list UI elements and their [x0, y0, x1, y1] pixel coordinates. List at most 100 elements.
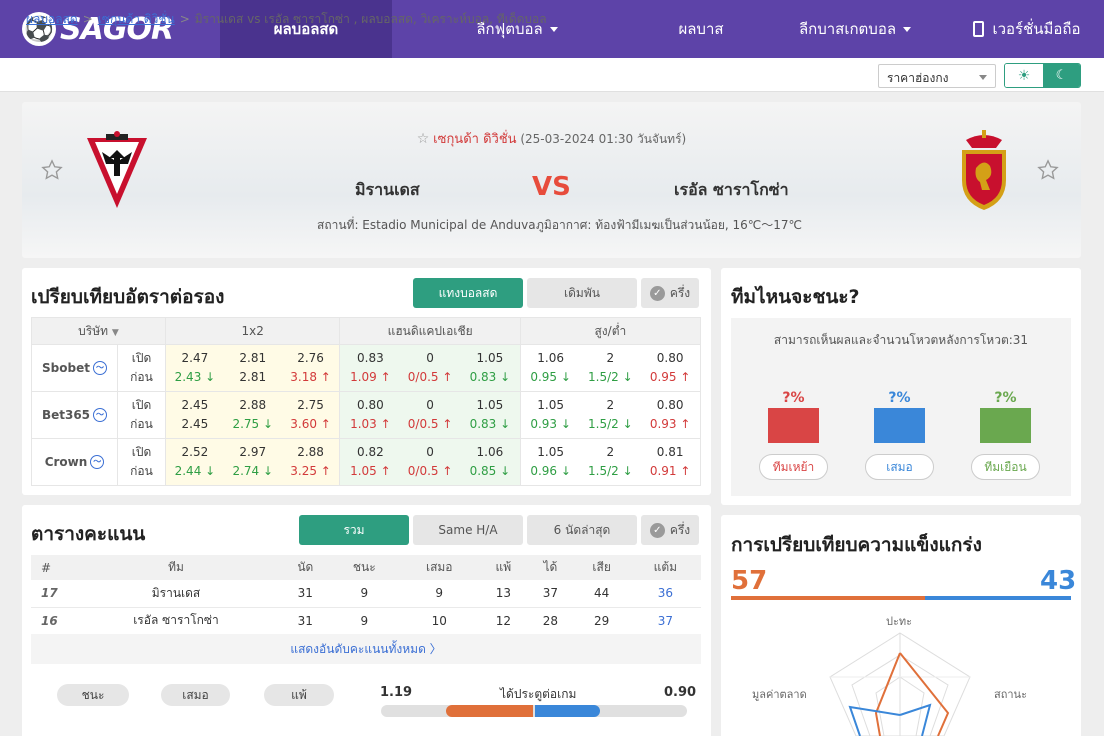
- odds-value[interactable]: 2.47 2.43 ↓: [166, 349, 224, 387]
- show-all-standings-link[interactable]: แสดงอันดับคะแนนทั้งหมด 〉: [31, 634, 701, 664]
- standings-team[interactable]: มิรานเดส: [71, 580, 281, 608]
- filter-draw[interactable]: เสมอ: [161, 684, 230, 706]
- trend-icon[interactable]: 〜: [90, 455, 105, 470]
- odds-value[interactable]: 2.81 2.81: [224, 349, 282, 387]
- odds-format-select[interactable]: ราคาฮ่องกง: [878, 64, 996, 88]
- odds-value[interactable]: 2 1.5/2 ↓: [580, 396, 640, 434]
- vote-bar: [768, 408, 819, 443]
- standings-half-toggle[interactable]: ✓ ครึ่ง: [641, 515, 699, 545]
- breadcrumb-league[interactable]: เซกุนด้า ดิวิชั่น: [98, 12, 175, 26]
- nav-basketball-results[interactable]: ผลบาส: [642, 0, 760, 58]
- vote-button[interactable]: ทีมเยือน: [971, 454, 1040, 480]
- odds-value[interactable]: 1.05 0.96 ↓: [521, 443, 581, 481]
- odds-value[interactable]: 0 0/0.5 ↑: [400, 349, 460, 387]
- match-league[interactable]: เซกุนด้า ดิวิชั่น: [433, 132, 516, 147]
- nav-football-leagues[interactable]: ลีกฟุตบอล: [392, 0, 642, 58]
- logo[interactable]: ⚽ SAGOR: [0, 0, 220, 58]
- tab-same-home-away[interactable]: Same H/A: [413, 515, 523, 545]
- odds-value[interactable]: 0.81 0.91 ↑: [640, 443, 700, 481]
- odds-open: 0.81: [656, 445, 684, 459]
- odds-value[interactable]: 2.88 2.75 ↓: [224, 396, 282, 434]
- odds-open: 2.81: [239, 351, 267, 365]
- odds-before: 1.09 ↑: [350, 370, 391, 384]
- odds-cell-group: 2.47 2.43 ↓ 2.81 2.81 2.76 3.18 ↑: [164, 344, 341, 392]
- company-name: Sbobet: [42, 360, 90, 375]
- strength-home: 57: [731, 566, 768, 596]
- breadcrumb-current: มิรานเดส vs เรอัล ซาราโกซ่า , ผลบอลสด, ว…: [194, 12, 547, 26]
- moon-icon[interactable]: ☾: [1043, 64, 1080, 87]
- odds-value[interactable]: 0 0/0.5 ↑: [400, 443, 460, 481]
- standings-col: แพ้: [479, 555, 528, 580]
- breadcrumb: ผลบอลสด > เซกุนด้า ดิวิชั่น > มิรานเดส vs เร…: [26, 12, 547, 26]
- odds-before: 0/0.5 ↑: [407, 417, 453, 431]
- odds-value[interactable]: 2.76 3.18 ↑: [282, 349, 340, 387]
- odds-value[interactable]: 1.05 0.83 ↓: [460, 396, 520, 434]
- filter-loss[interactable]: แพ้: [264, 684, 334, 706]
- odds-value[interactable]: 1.05 0.93 ↓: [521, 396, 581, 434]
- standings-team[interactable]: เรอัล ซาราโกซ่า: [71, 607, 281, 635]
- standings-col: ทีม: [71, 555, 281, 580]
- odds-value[interactable]: 0.83 1.09 ↑: [340, 349, 400, 387]
- goals-per-game-label: ได้ประตูต่อเกม: [500, 687, 577, 701]
- odds-value[interactable]: 1.06 0.95 ↓: [521, 349, 581, 387]
- odds-value[interactable]: 1.05 0.83 ↓: [460, 349, 520, 387]
- odds-value[interactable]: 2.97 2.74 ↓: [224, 443, 282, 481]
- breadcrumb-home[interactable]: ผลบอลสด: [26, 12, 78, 26]
- trend-icon[interactable]: 〜: [92, 361, 107, 376]
- odds-value[interactable]: 2.52 2.44 ↓: [166, 443, 224, 481]
- col-company[interactable]: บริษัท ▼: [31, 317, 166, 345]
- sun-icon[interactable]: ☀: [1005, 64, 1043, 87]
- nav-live-scores[interactable]: ผลบอลสด: [220, 0, 392, 58]
- standings-cell: 13: [479, 580, 528, 608]
- tab-live-betting[interactable]: แทงบอลสด: [413, 278, 523, 308]
- odds-company[interactable]: Sbobet 〜: [31, 344, 118, 392]
- nav-mobile-version[interactable]: เวอร์ชั่นมือถือ: [950, 0, 1104, 58]
- odds-value[interactable]: 2 1.5/2 ↓: [580, 443, 640, 481]
- odds-before: 0.96 ↓: [530, 464, 571, 478]
- odds-company[interactable]: Crown 〜: [31, 438, 118, 486]
- standings-cell: 12: [479, 607, 528, 635]
- vote-button[interactable]: ทีมเหย้า: [759, 454, 828, 480]
- odds-row-labels: เปิด ก่อน: [117, 391, 166, 439]
- trend-icon[interactable]: 〜: [93, 408, 108, 423]
- home-team-name[interactable]: มิรานเดส: [355, 178, 420, 203]
- nav-basketball-leagues[interactable]: ลีกบาสเกตบอล: [760, 0, 950, 58]
- odds-value[interactable]: 0.80 0.93 ↑: [640, 396, 700, 434]
- away-team-name[interactable]: เรอัล ซาราโกซ่า: [674, 178, 789, 203]
- tab-overall[interactable]: รวม: [299, 515, 409, 545]
- odds-value[interactable]: 1.06 0.85 ↓: [460, 443, 520, 481]
- odds-before: 0.83 ↓: [469, 417, 511, 431]
- odds-value[interactable]: 2 1.5/2 ↓: [580, 349, 640, 387]
- odds-open: 1.05: [476, 351, 504, 365]
- sort-down-icon: ▼: [111, 327, 119, 338]
- odds-value[interactable]: 0.80 0.95 ↑: [640, 349, 700, 387]
- goals-bar-away: [535, 705, 600, 717]
- odds-value[interactable]: 2.88 3.25 ↑: [282, 443, 340, 481]
- league-star-icon[interactable]: ☆: [417, 131, 430, 147]
- odds-cell-group: 1.05 0.93 ↓ 2 1.5/2 ↓ 0.80 0.93 ↑: [519, 391, 702, 439]
- vote-button[interactable]: เสมอ: [865, 454, 934, 480]
- odds-open: 0: [426, 445, 434, 459]
- half-toggle[interactable]: ✓ ครึ่ง: [641, 278, 699, 308]
- tab-betting[interactable]: เดิมพัน: [527, 278, 637, 308]
- standings-cell: 31: [281, 607, 330, 635]
- odds-open: 1.06: [476, 445, 504, 459]
- goals-bar-track: [381, 705, 687, 717]
- standings-row[interactable]: 16 เรอัล ซาราโกซ่า 31 9 10 12 28 29 37: [31, 607, 701, 635]
- half-label: ครึ่ง: [669, 285, 691, 300]
- odds-value[interactable]: 0.82 1.05 ↑: [340, 443, 400, 481]
- odds-value[interactable]: 0 0/0.5 ↑: [400, 396, 460, 434]
- odds-open: 2: [606, 351, 615, 365]
- filter-win[interactable]: ชนะ: [57, 684, 129, 706]
- match-header: ☆ เซกุนด้า ดิวิชั่น (25-03-2024 01:30 วั…: [22, 102, 1081, 258]
- odds-value[interactable]: 2.45 2.45: [166, 396, 224, 434]
- odds-value[interactable]: 2.75 3.60 ↑: [282, 396, 340, 434]
- odds-open: 1.06: [537, 351, 564, 365]
- odds-company[interactable]: Bet365 〜: [31, 391, 118, 439]
- favorite-home-star-icon[interactable]: [41, 159, 63, 181]
- odds-value[interactable]: 0.80 1.03 ↑: [340, 396, 400, 434]
- standings-row[interactable]: 17 มิรานเดส 31 9 9 13 37 44 36: [31, 580, 701, 608]
- tab-last-6[interactable]: 6 นัดล่าสุด: [527, 515, 637, 545]
- theme-toggle[interactable]: ☀ ☾: [1004, 63, 1081, 88]
- favorite-away-star-icon[interactable]: [1037, 159, 1059, 181]
